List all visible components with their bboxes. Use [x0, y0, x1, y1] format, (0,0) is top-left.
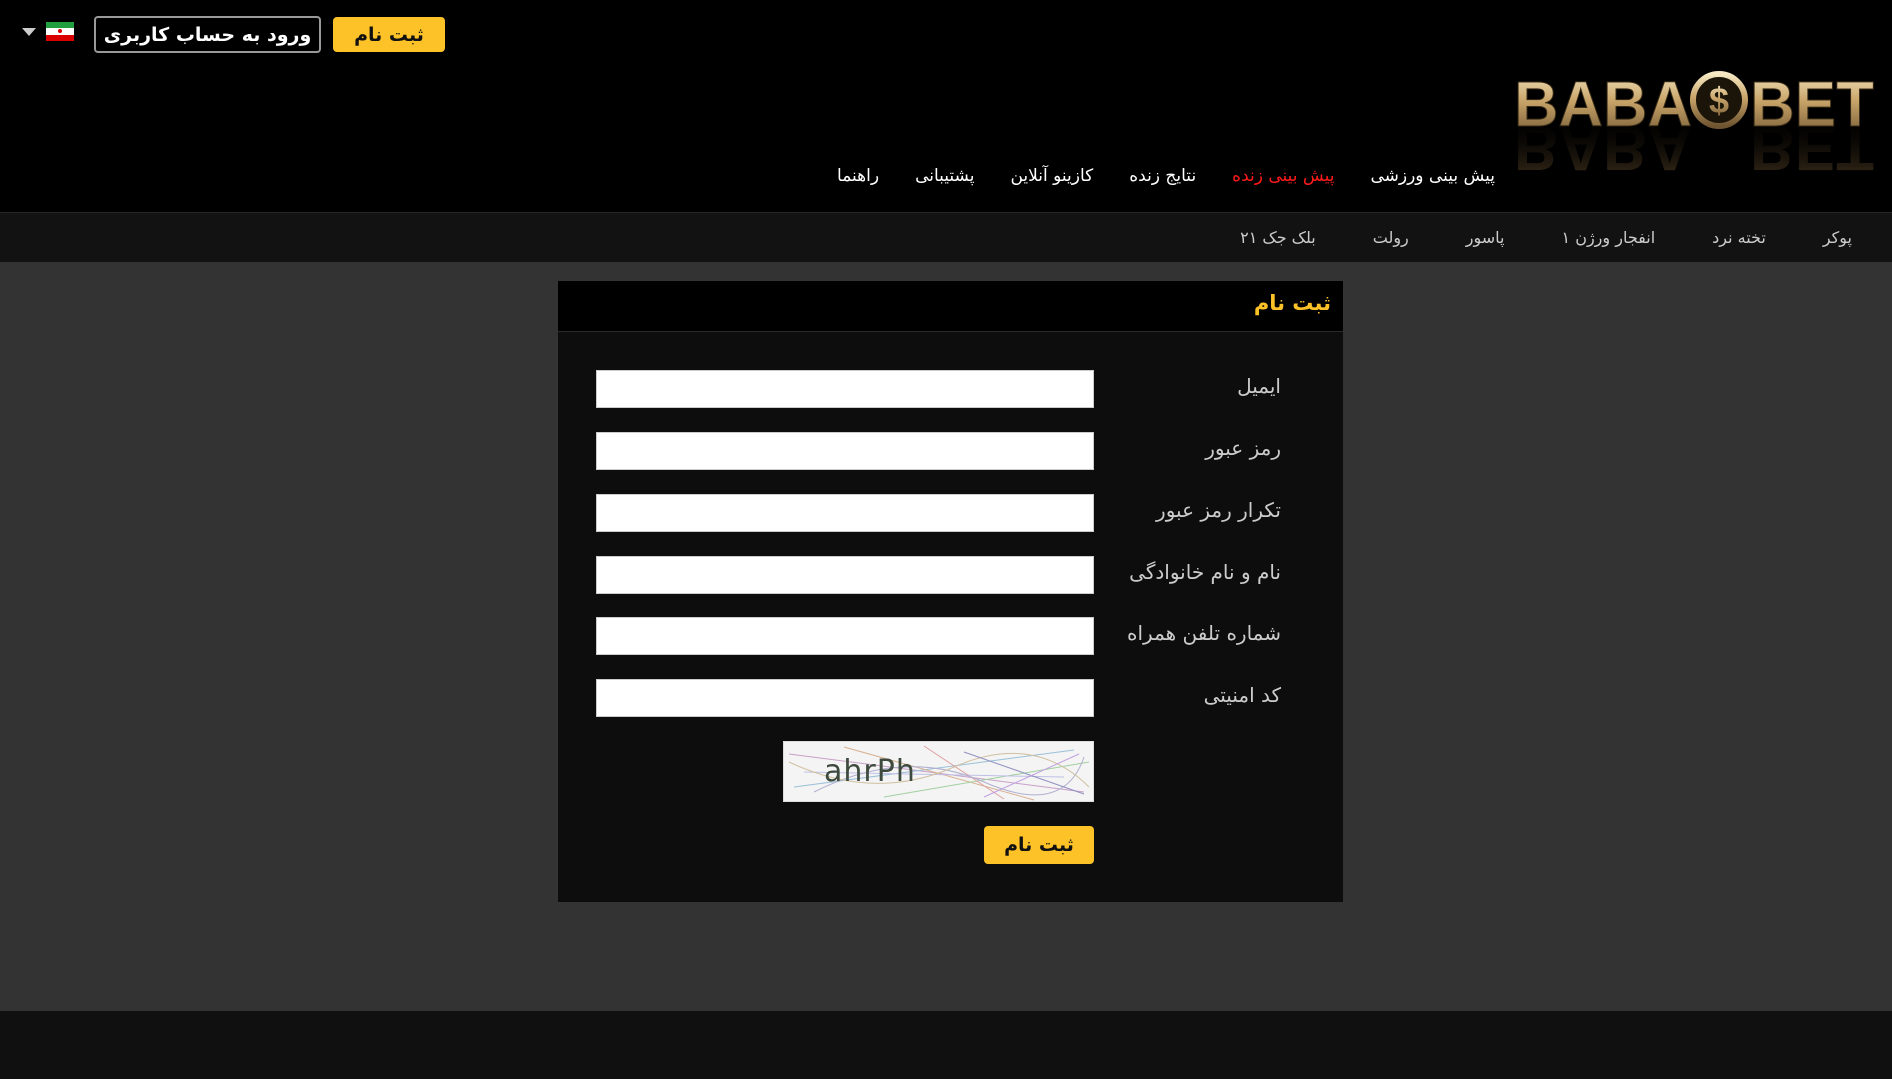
caret-down-icon[interactable] [22, 27, 36, 36]
password-label: رمز عبور [1205, 436, 1281, 460]
subnav-backgammon[interactable]: تخته نرد [1712, 225, 1766, 251]
svg-text:BABA: BABA [1514, 112, 1692, 184]
fullname-row: نام و نام خانوادگی [558, 556, 1343, 594]
security-code-row: کد امنیتی [558, 679, 1343, 717]
phone-label: شماره تلفن همراه [1127, 621, 1281, 645]
nav-sports-betting[interactable]: پیش بینی ورزشی [1370, 160, 1495, 192]
games-subnav: پوکر تخته نرد انفجار ورژن ۱ پاسور رولت ب… [0, 212, 1892, 262]
password-confirm-row: تکرار رمز عبور [558, 494, 1343, 532]
language-selector[interactable] [22, 22, 74, 41]
panel-title: ثبت نام [1253, 291, 1331, 315]
login-button[interactable]: ورود به حساب کاربری [94, 16, 321, 53]
nav-online-casino[interactable]: کازینو آنلاین [1010, 160, 1093, 192]
password-confirm-label: تکرار رمز عبور [1156, 498, 1281, 522]
panel-header: ثبت نام [558, 281, 1343, 332]
babaobet-logo[interactable]: BABA $ BET BABA BET [1512, 64, 1878, 185]
email-label: ایمیل [1237, 374, 1281, 398]
email-row: ایمیل [558, 370, 1343, 408]
phone-row: شماره تلفن همراه [558, 617, 1343, 655]
password-row: رمز عبور [558, 432, 1343, 470]
register-button[interactable]: ثبت نام [333, 17, 445, 52]
fullname-label: نام و نام خانوادگی [1129, 560, 1281, 584]
email-field[interactable] [596, 370, 1094, 408]
subnav-crash-v1[interactable]: انفجار ورژن ۱ [1562, 225, 1656, 251]
password-confirm-field[interactable] [596, 494, 1094, 532]
svg-text:BET: BET [1750, 112, 1874, 184]
nav-support[interactable]: پشتیبانی [915, 160, 974, 192]
nav-live-results[interactable]: نتایج زنده [1129, 160, 1196, 192]
phone-field[interactable] [596, 617, 1094, 655]
security-code-label: کد امنیتی [1203, 683, 1281, 707]
register-form-panel: ثبت نام ایمیل رمز عبور تکرار رمز عبور نا… [558, 281, 1343, 902]
captcha-text: ahrPh [824, 754, 916, 789]
iran-flag-icon[interactable] [46, 22, 74, 41]
subnav-poker[interactable]: پوکر [1823, 225, 1852, 251]
captcha-image: ahrPh [783, 741, 1094, 802]
subnav-pasur[interactable]: پاسور [1466, 225, 1505, 251]
svg-text:$: $ [1709, 80, 1729, 121]
password-field[interactable] [596, 432, 1094, 470]
fullname-field[interactable] [596, 556, 1094, 594]
nav-live-betting[interactable]: پیش بینی زنده [1232, 160, 1334, 192]
subnav-roulette[interactable]: رولت [1373, 225, 1409, 251]
submit-register-button[interactable]: ثبت نام [984, 826, 1094, 864]
site-header: ورود به حساب کاربری ثبت نام BABA $ BET B… [0, 0, 1892, 212]
nav-help[interactable]: راهنما [837, 160, 879, 192]
site-footer [0, 1011, 1892, 1079]
main-navigation: پیش بینی ورزشی پیش بینی زنده نتایج زنده … [837, 160, 1495, 192]
subnav-blackjack[interactable]: بلک جک ۲۱ [1240, 225, 1316, 251]
security-code-field[interactable] [596, 679, 1094, 717]
